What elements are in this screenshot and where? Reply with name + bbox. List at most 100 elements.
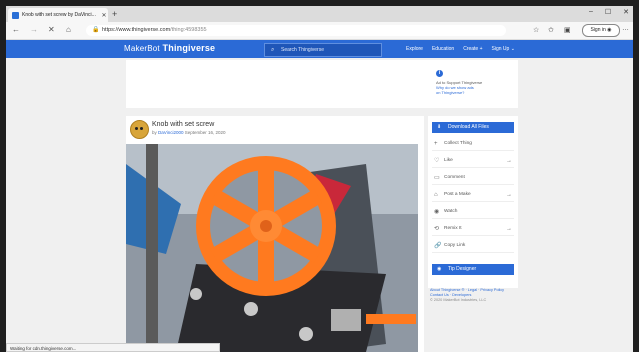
action-label: Collect Thing — [444, 141, 472, 146]
url-path: /thing:4598355 — [170, 27, 207, 33]
thingiverse-favicon-icon — [12, 11, 19, 19]
tab-bar: Knob with set screw by DaVinci... ✕ + – … — [6, 6, 633, 22]
makes-icon: ⌂ — [434, 192, 438, 198]
copyright: © 2020 MakerBot Industries, LLC — [430, 298, 487, 302]
ad-why-link-2[interactable]: on Thingiverse? — [436, 90, 464, 95]
ad-banner: i Ad to Support Thingiverse Why do we sh… — [126, 60, 518, 108]
arrow-right-icon: → — [506, 226, 512, 232]
fitting — [331, 309, 361, 331]
action-comment[interactable]: ▭ Comment — [432, 172, 514, 185]
download-icon: ⬇ — [437, 124, 442, 130]
favorite-star-icon[interactable]: ☆ — [533, 26, 539, 35]
browser-tab[interactable]: Knob with set screw by DaVinci... ✕ — [8, 8, 108, 22]
action-collect-thing[interactable]: + Collect Thing — [432, 138, 514, 151]
search-placeholder: Search Thingiverse — [281, 47, 324, 53]
remix-icon: ⟲ — [434, 226, 440, 232]
stop-loading-icon[interactable]: ✕ — [48, 25, 55, 35]
more-menu-icon[interactable]: … — [622, 25, 629, 32]
chevron-down-icon: ⌄ — [510, 46, 515, 52]
browser-window: Knob with set screw by DaVinci... ✕ + – … — [6, 6, 633, 352]
thing-photo[interactable] — [126, 144, 418, 352]
arrow-right-icon: → — [506, 192, 512, 198]
window-controls: – ☐ ✕ — [589, 8, 629, 16]
thing-title: Knob with set screw — [152, 121, 215, 128]
action-post-a-make[interactable]: ⌂ Post a Make → — [432, 189, 514, 202]
back-icon[interactable]: ← — [12, 25, 20, 35]
link-icon: 🔗 — [434, 243, 442, 249]
screw-head — [244, 302, 258, 316]
orange-knob — [196, 156, 336, 296]
thing-actions-sidebar: ⬇ Download All Files + Collect Thing ♡ Like… — [428, 116, 518, 288]
search-icon: ⌕ — [271, 47, 275, 53]
action-watch[interactable]: ◉ Watch — [432, 206, 514, 219]
collections-icon[interactable]: ▣ — [564, 26, 571, 35]
nav-create[interactable]: Create + — [463, 46, 482, 52]
tab-title: Knob with set screw by DaVinci... — [22, 12, 96, 18]
sign-in-label: Sign in — [590, 27, 606, 33]
close-window-icon[interactable]: ✕ — [623, 8, 629, 16]
action-remix-it[interactable]: ⟲ Remix It → — [432, 223, 514, 236]
screw-head — [190, 288, 202, 300]
thing-main: Knob with set screw by DaVinci2000 Septe… — [126, 116, 424, 352]
sign-in-button[interactable]: Sign in ◉ — [582, 24, 620, 37]
avatar[interactable] — [130, 120, 149, 139]
site-logo[interactable]: MakerBot Thingiverse — [124, 43, 215, 53]
author-link[interactable]: DaVinci2000 — [158, 130, 183, 135]
action-like[interactable]: ♡ Like → — [432, 155, 514, 168]
site-header: MakerBot Thingiverse ⌕ Search Thingivers… — [6, 40, 633, 58]
lock-icon: 🔒 — [92, 27, 100, 33]
plus-icon: + — [479, 46, 483, 52]
new-tab-icon[interactable]: + — [112, 9, 117, 19]
publish-date: September 16, 2020 — [184, 130, 226, 135]
close-tab-icon[interactable]: ✕ — [100, 12, 108, 19]
eye-icon: ◉ — [434, 209, 440, 215]
logo-name: Thingiverse — [162, 43, 216, 53]
minimize-icon[interactable]: – — [589, 8, 593, 16]
tip-designer-button[interactable]: ◉ Tip Designer — [432, 264, 514, 275]
arrow-right-icon: → — [506, 158, 512, 164]
info-icon: i — [436, 70, 443, 77]
download-all-files-button[interactable]: ⬇ Download All Files — [432, 122, 514, 133]
plus-icon: + — [434, 141, 438, 147]
site-search-input[interactable]: ⌕ Search Thingiverse — [264, 43, 382, 57]
status-bar: Waiting for cdn.thingiverse.com... — [6, 343, 220, 352]
browser-toolbar: ← → ✕ ⌂ 🔒 https://www.thingiverse.com/th… — [6, 22, 633, 40]
orange-tube — [366, 314, 416, 324]
heart-icon: ♡ — [434, 158, 440, 164]
action-label: Comment — [444, 175, 465, 180]
knob-photo-svg — [126, 144, 418, 352]
favorites-icon[interactable]: ✩ — [548, 26, 554, 35]
avatar-eye — [135, 127, 138, 130]
page-content: i Ad to Support Thingiverse Why do we sh… — [6, 58, 633, 352]
nav-sign-up-label: Sign Up — [491, 46, 510, 52]
action-copy-link[interactable]: 🔗 Copy Link — [432, 240, 514, 253]
nav-explore[interactable]: Explore — [406, 46, 423, 52]
nav-create-label: Create — [463, 46, 479, 52]
thing-header: Knob with set screw by DaVinci2000 Septe… — [126, 116, 424, 140]
action-label: Remix It — [444, 226, 462, 231]
download-label: Download All Files — [448, 124, 489, 130]
thing-byline: by DaVinci2000 September 16, 2020 — [152, 130, 226, 135]
tip-label: Tip Designer — [448, 266, 477, 272]
maximize-icon[interactable]: ☐ — [605, 8, 611, 16]
logo-brand: MakerBot — [124, 44, 160, 53]
threaded-rod — [146, 144, 158, 352]
address-bar[interactable]: 🔒 https://www.thingiverse.com/thing:4598… — [86, 25, 506, 36]
action-label: Copy Link — [444, 243, 466, 248]
tip-icon: ◉ — [437, 266, 442, 272]
action-label: Post a Make — [444, 192, 471, 197]
site-footer: About Thingiverse ® · Legal · Privacy Po… — [430, 288, 522, 303]
forward-icon[interactable]: → — [30, 25, 38, 35]
top-nav: Explore Education Create + Sign Up ⌄ — [406, 40, 515, 58]
action-label: Watch — [444, 209, 458, 214]
home-icon[interactable]: ⌂ — [66, 25, 71, 35]
comment-icon: ▭ — [434, 175, 440, 181]
url-host: https://www.thingiverse.com — [102, 27, 171, 33]
by-label: by — [152, 130, 157, 135]
nav-education[interactable]: Education — [432, 46, 454, 52]
screw-head — [299, 327, 313, 341]
avatar-eye — [140, 127, 143, 130]
ad-info: i Ad to Support Thingiverse Why do we sh… — [436, 70, 516, 95]
nav-sign-up[interactable]: Sign Up ⌄ — [492, 46, 515, 52]
action-label: Like — [444, 158, 453, 163]
